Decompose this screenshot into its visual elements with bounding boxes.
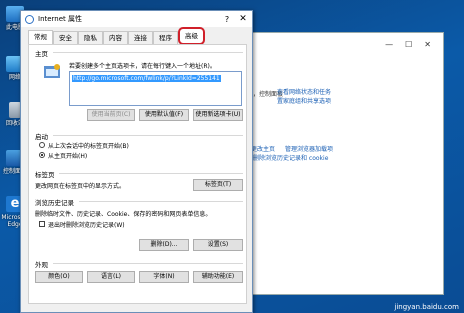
startup-last-session-label: 从上次会话中的标签页开始(B): [48, 143, 129, 150]
homepage-heading: 主页: [35, 50, 48, 58]
minimize-button[interactable]: —: [385, 40, 393, 49]
accessibility-button[interactable]: 辅助功能(E): [193, 271, 243, 283]
link-change-homepage[interactable]: 更改主页: [251, 144, 275, 153]
tab-privacy[interactable]: 隐私: [78, 31, 103, 45]
appearance-heading: 外观: [35, 261, 48, 269]
tabs-settings-button[interactable]: 标签页(T): [193, 179, 243, 191]
homepage-url-field[interactable]: http://go.microsoft.com/fwlink/p/?LinkId…: [69, 71, 242, 106]
ie-globe-icon: [25, 14, 34, 24]
history-description: 删除临时文件、历史记录、Cookie、保存的密码和网页表单信息。: [35, 211, 212, 218]
dialog-title-bar: Internet 属性 ? ✕: [21, 11, 252, 27]
close-button[interactable]: ✕: [424, 40, 431, 49]
delete-on-exit-label: 退出时删除浏览历史记录(W): [48, 222, 125, 229]
window-title-bar: — ☐ ✕: [249, 33, 443, 55]
link-homegroup[interactable]: 置家庭组和共享选项: [277, 96, 331, 105]
tab-strip: 常规 安全 隐私 内容 连接 程序 高级: [28, 27, 205, 45]
history-heading: 浏览历史记录: [35, 199, 74, 207]
startup-homepage-label: 从主页开始(H): [48, 153, 88, 160]
tabs-description: 更改网页在标签页中的显示方式。: [35, 183, 126, 190]
history-settings-button[interactable]: 设置(S): [193, 239, 243, 251]
divider: [53, 263, 243, 264]
languages-button[interactable]: 语言(L): [87, 271, 135, 283]
tab-content[interactable]: 内容: [103, 31, 128, 45]
maximize-button[interactable]: ☐: [405, 40, 412, 49]
dialog-title: Internet 属性: [38, 15, 83, 23]
link-manage-addons[interactable]: 管理浏览器加载项: [285, 144, 333, 153]
use-default-button[interactable]: 使用默认值(F): [139, 109, 189, 121]
background-window[interactable]: — ☐ ✕ ，控制面板 查看网络状态和任务 置家庭组和共享选项 更改主页 管理浏…: [248, 32, 444, 295]
homepage-description: 若要创建多个主页选项卡，请在每行键入一个地址(R)。: [69, 63, 216, 70]
watermark: jingyan.baidu.com: [394, 303, 459, 311]
internet-properties-dialog: Internet 属性 ? ✕ 常规 安全 隐私 内容 连接 程序 高级 主页 …: [20, 10, 253, 313]
divider: [59, 173, 243, 174]
startup-homepage-radio[interactable]: [39, 152, 45, 158]
tab-general[interactable]: 常规: [28, 30, 53, 45]
tab-programs[interactable]: 程序: [153, 31, 178, 45]
tab-connections[interactable]: 连接: [128, 31, 153, 45]
link-network-status[interactable]: 查看网络状态和任务: [277, 87, 331, 96]
divider: [79, 201, 243, 202]
tab-security[interactable]: 安全: [53, 31, 78, 45]
use-new-tab-button[interactable]: 使用新选项卡(U): [193, 109, 243, 121]
tab-advanced[interactable]: 高级: [178, 27, 205, 45]
homepage-url-value: http://go.microsoft.com/fwlink/p/?LinkId…: [72, 75, 221, 82]
startup-heading: 启动: [35, 133, 48, 141]
startup-last-session-radio[interactable]: [39, 142, 45, 148]
divider: [53, 135, 243, 136]
delete-on-exit-checkbox[interactable]: [39, 221, 45, 227]
close-button[interactable]: ✕: [234, 14, 252, 24]
link-delete-history[interactable]: 删除浏览历史记录和 cookie: [253, 153, 328, 162]
help-button[interactable]: ?: [220, 15, 234, 24]
fonts-button[interactable]: 字体(N): [139, 271, 189, 283]
use-current-button[interactable]: 使用当前页(C): [87, 109, 135, 121]
colors-button[interactable]: 颜色(O): [35, 271, 83, 283]
divider: [53, 52, 243, 53]
home-page-icon: [44, 64, 60, 78]
tabs-heading: 标签页: [35, 171, 55, 179]
general-tab-panel: 主页 若要创建多个主页选项卡，请在每行键入一个地址(R)。 http://go.…: [28, 44, 247, 304]
delete-history-button[interactable]: 删除(D)...: [139, 239, 189, 251]
